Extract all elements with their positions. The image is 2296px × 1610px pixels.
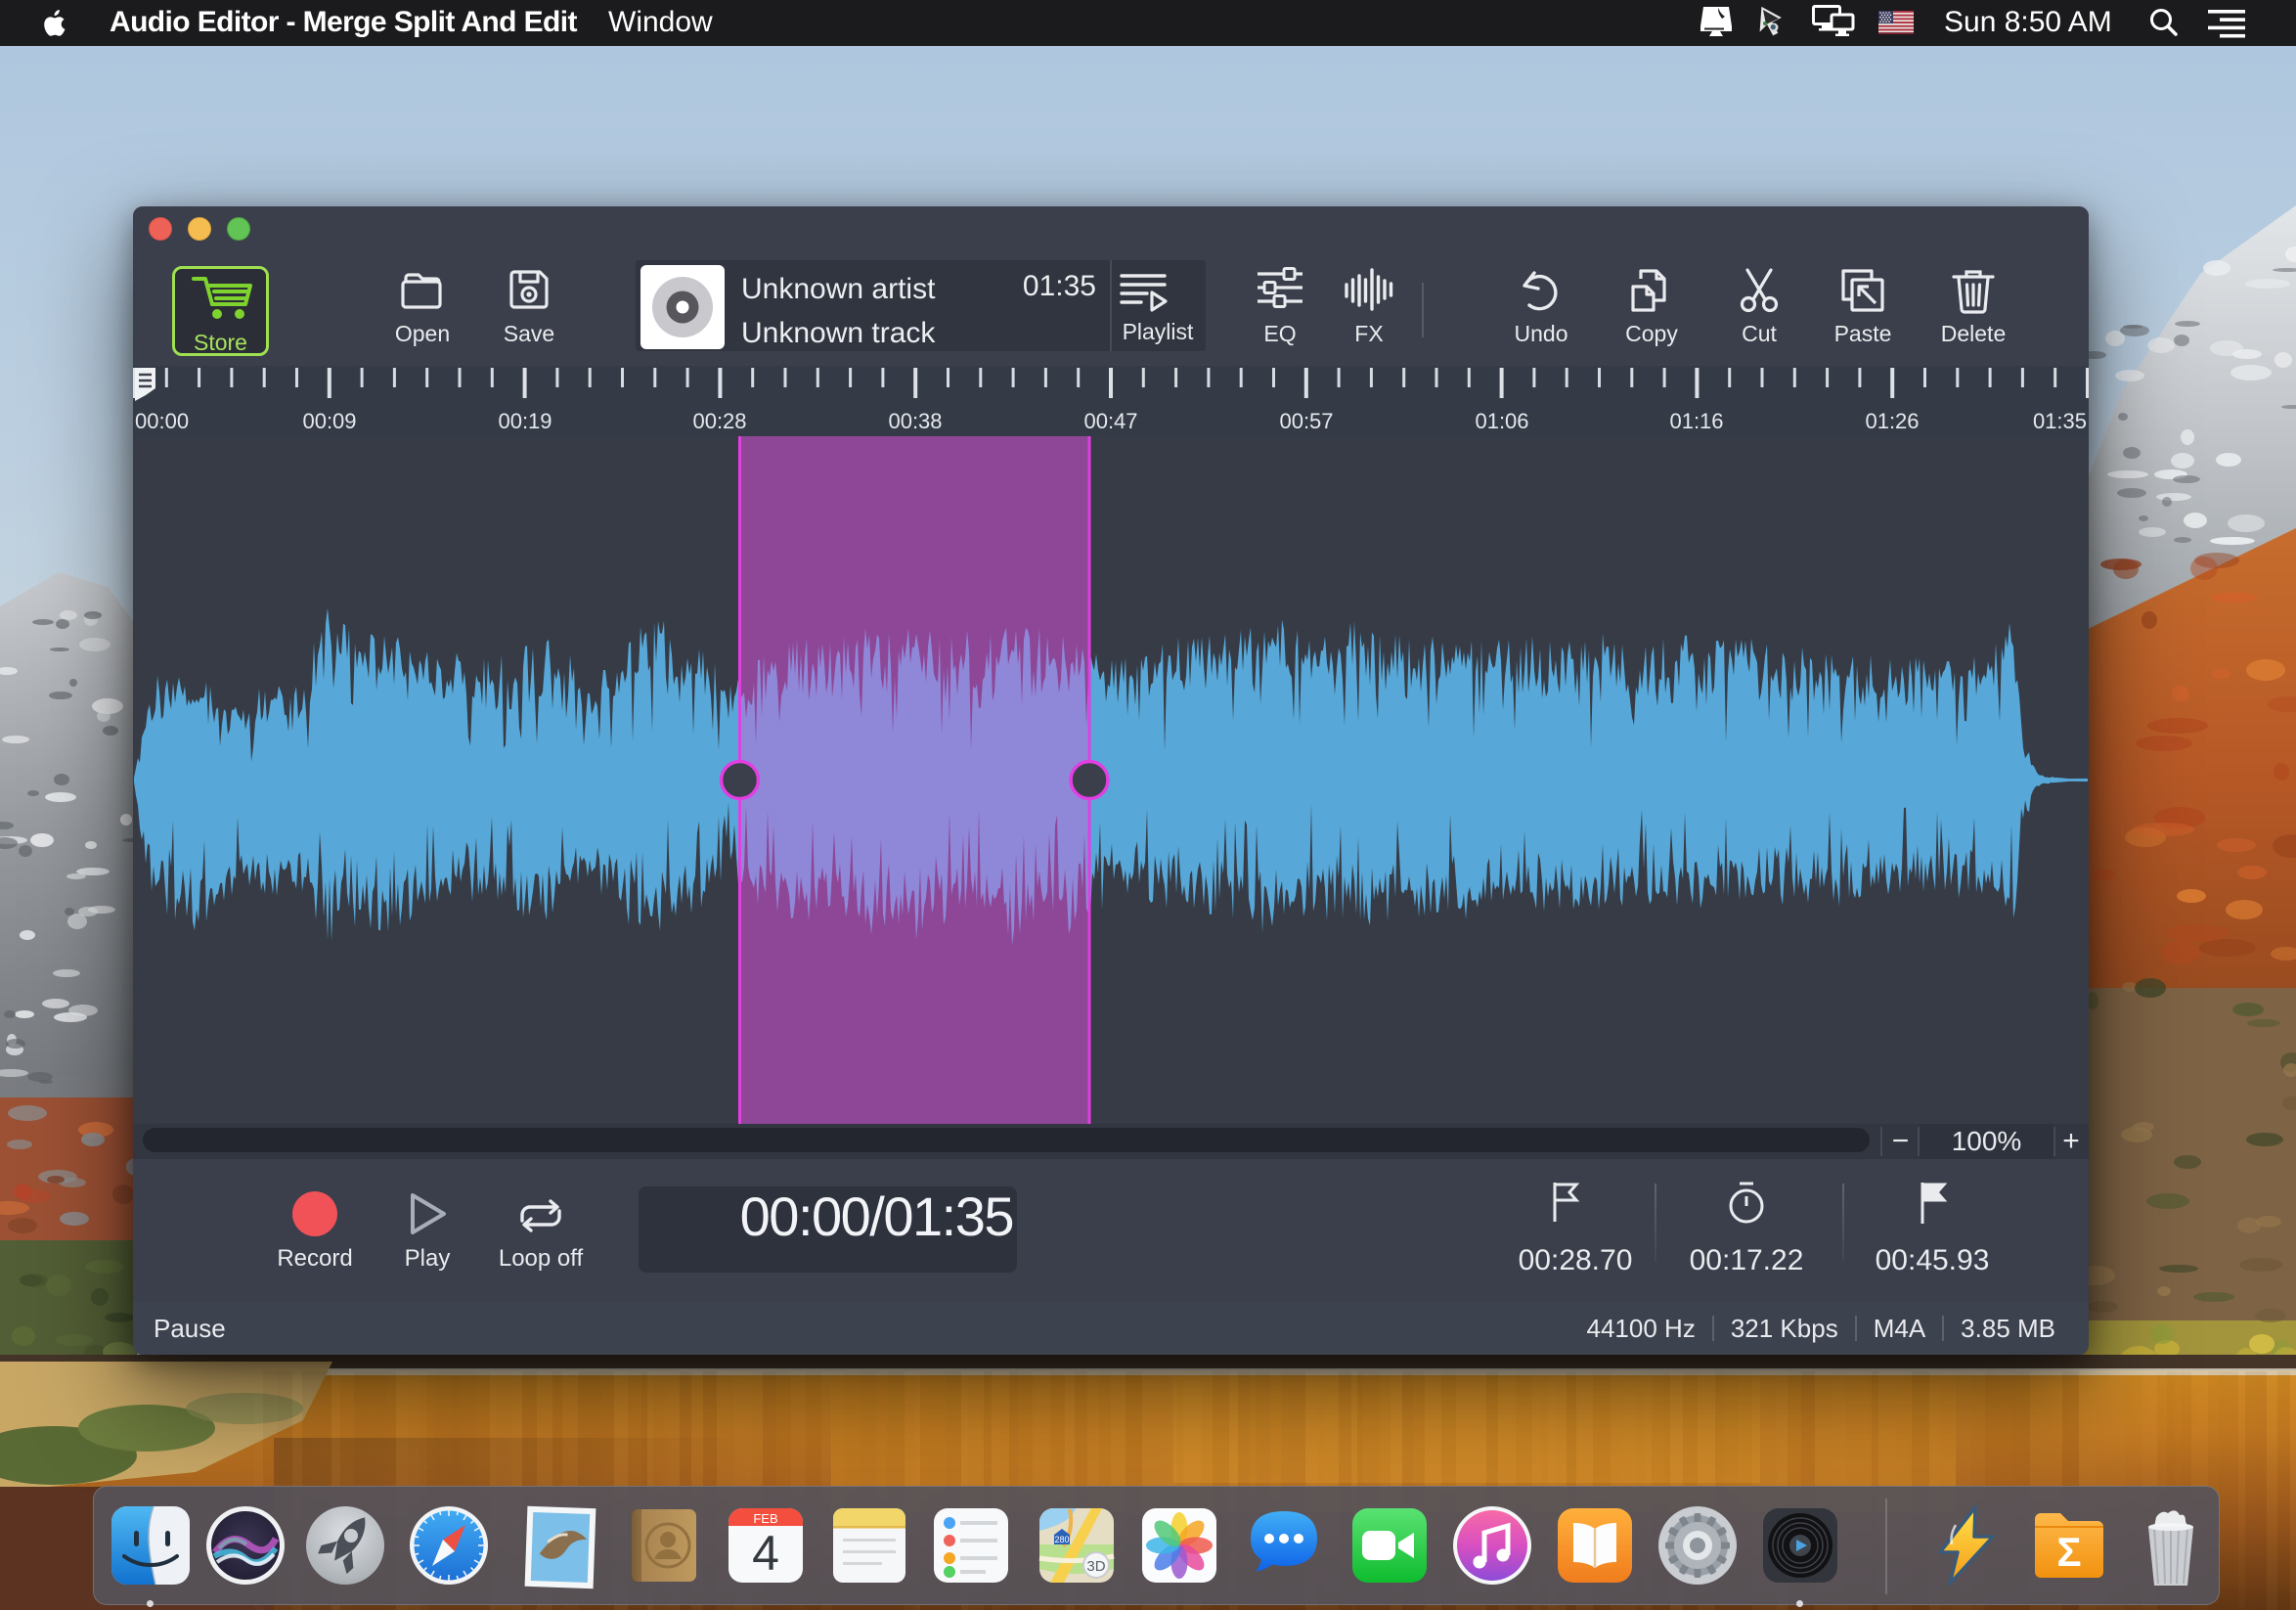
svg-text:280: 280 bbox=[1054, 1535, 1069, 1544]
svg-text:FEB: FEB bbox=[753, 1511, 777, 1526]
svg-text:01:16: 01:16 bbox=[1669, 409, 1723, 433]
svg-text:00:38: 00:38 bbox=[888, 409, 942, 433]
svg-text:3D: 3D bbox=[1086, 1558, 1105, 1575]
svg-text:01:35: 01:35 bbox=[2033, 409, 2087, 433]
svg-text:00:09: 00:09 bbox=[302, 409, 356, 433]
svg-text:00:00: 00:00 bbox=[135, 409, 189, 433]
svg-text:Σ: Σ bbox=[2056, 1529, 2081, 1575]
svg-text:01:26: 01:26 bbox=[1865, 409, 1919, 433]
svg-text:00:19: 00:19 bbox=[498, 409, 552, 433]
svg-text:00:47: 00:47 bbox=[1083, 409, 1137, 433]
svg-text:01:06: 01:06 bbox=[1475, 409, 1528, 433]
svg-text:00:28: 00:28 bbox=[692, 409, 746, 433]
svg-text:4: 4 bbox=[752, 1526, 779, 1581]
svg-text:00:57: 00:57 bbox=[1279, 409, 1333, 433]
